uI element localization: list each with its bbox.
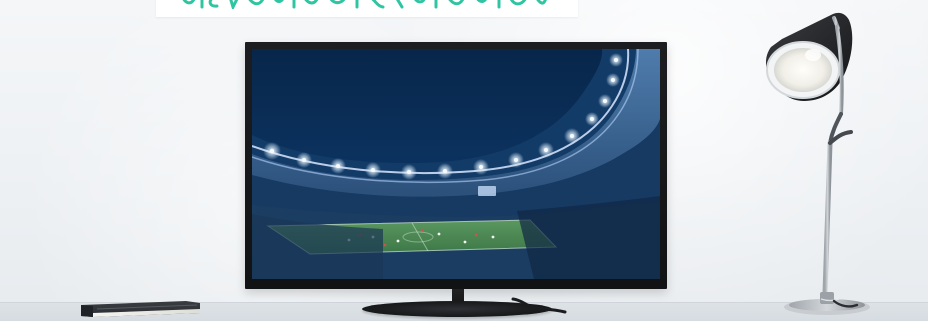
top-banner-fragment — [156, 0, 578, 17]
tv-cable — [511, 297, 567, 314]
desk-lamp-icon — [765, 12, 870, 315]
stadium-image — [252, 49, 660, 279]
book-icon — [81, 301, 200, 317]
tv-screen — [252, 49, 660, 279]
banner-lettering-fragment — [182, 0, 547, 9]
product-scene — [0, 0, 928, 321]
television-icon — [245, 42, 667, 289]
